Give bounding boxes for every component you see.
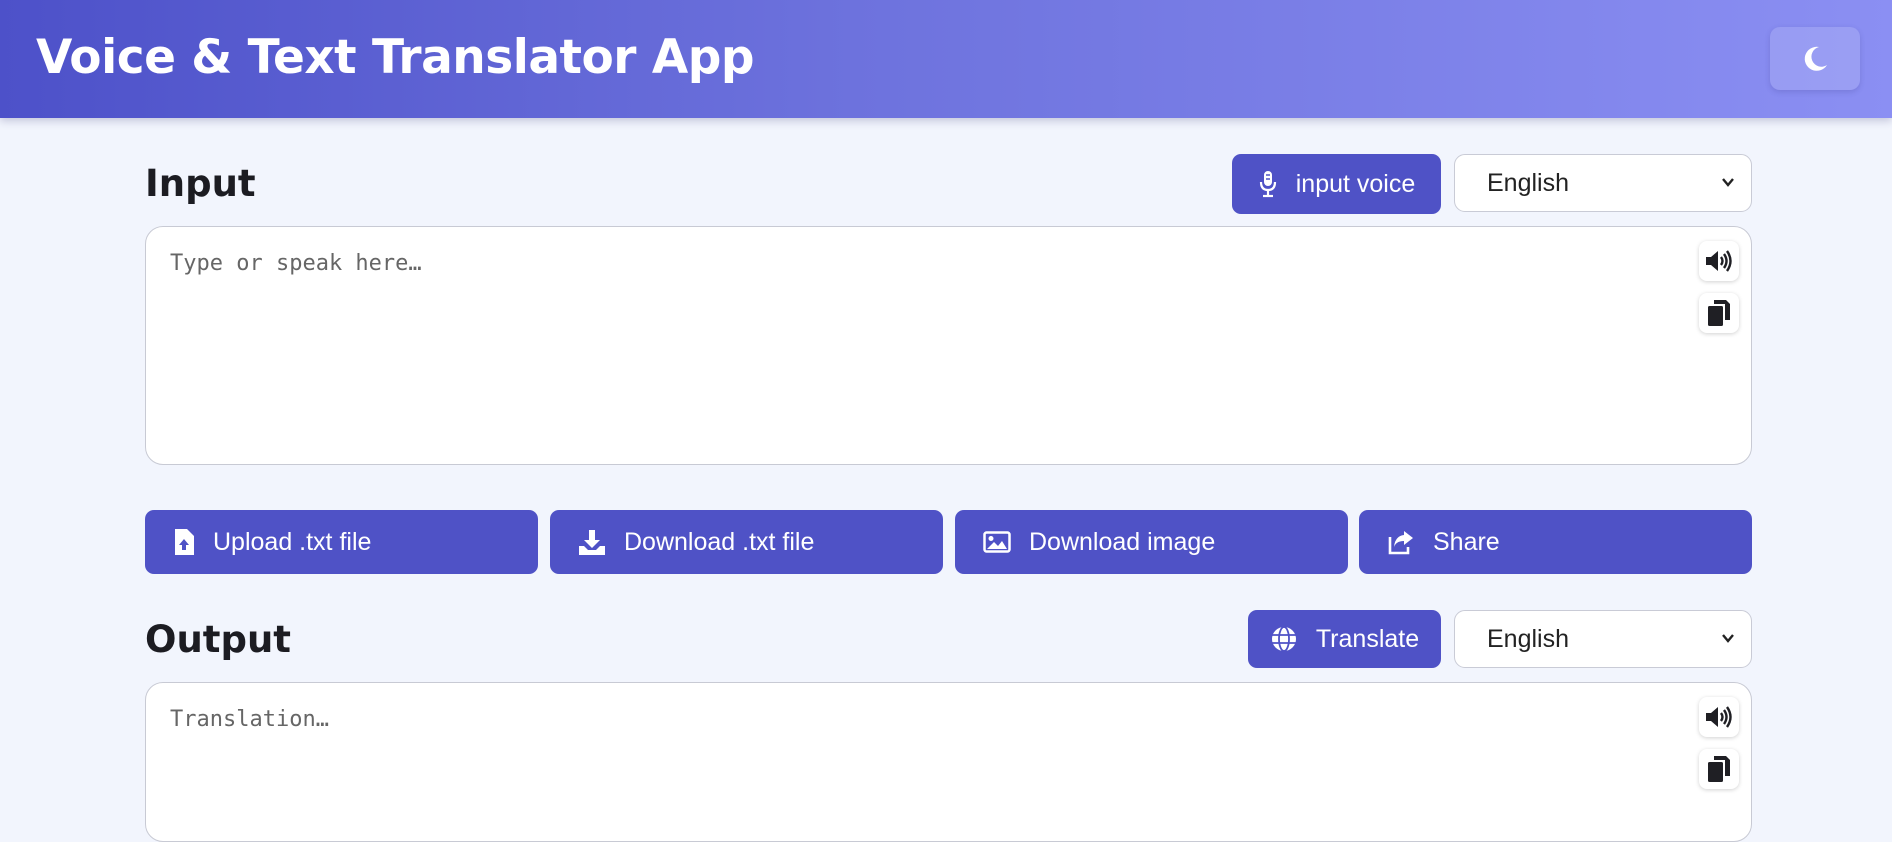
speaker-icon xyxy=(1706,250,1732,272)
input-speak-button[interactable] xyxy=(1699,241,1739,281)
globe-icon xyxy=(1271,626,1296,652)
app-title: Voice & Text Translator App xyxy=(36,30,755,85)
upload-txt-button[interactable]: Upload .txt file xyxy=(145,510,538,574)
theme-toggle-button[interactable] xyxy=(1770,27,1860,90)
chevron-down-icon xyxy=(1722,634,1734,643)
input-copy-button[interactable] xyxy=(1699,293,1739,333)
share-icon xyxy=(1388,531,1413,555)
download-txt-label: Download .txt file xyxy=(624,527,815,556)
download-image-label: Download image xyxy=(1029,527,1216,556)
output-copy-button[interactable] xyxy=(1699,749,1739,789)
input-language-select[interactable]: English xyxy=(1454,154,1752,212)
chevron-down-icon xyxy=(1722,178,1734,187)
output-language-value: English xyxy=(1487,624,1569,653)
translate-button[interactable]: Translate xyxy=(1248,610,1441,668)
share-label: Share xyxy=(1433,527,1500,556)
input-language-value: English xyxy=(1487,168,1569,197)
input-header: Input input voice English xyxy=(145,154,1752,214)
copy-icon xyxy=(1708,756,1730,782)
microphone-icon xyxy=(1259,171,1276,198)
output-header: Output Translate English xyxy=(145,610,1752,670)
download-image-button[interactable]: Download image xyxy=(955,510,1348,574)
output-title: Output xyxy=(145,618,291,661)
file-actions: Upload .txt file Download .txt file Down… xyxy=(145,510,1752,574)
app-header: Voice & Text Translator App xyxy=(0,0,1892,118)
input-title: Input xyxy=(145,162,256,205)
copy-icon xyxy=(1708,300,1730,326)
image-icon xyxy=(983,531,1011,553)
output-speak-button[interactable] xyxy=(1699,697,1739,737)
speaker-icon xyxy=(1706,706,1732,728)
input-textarea[interactable]: Type or speak here… xyxy=(145,226,1752,465)
input-placeholder: Type or speak here… xyxy=(170,251,422,276)
output-placeholder: Translation… xyxy=(170,707,329,732)
output-language-select[interactable]: English xyxy=(1454,610,1752,668)
download-icon xyxy=(579,530,605,555)
share-button[interactable]: Share xyxy=(1359,510,1752,574)
upload-txt-label: Upload .txt file xyxy=(213,527,372,556)
input-voice-button[interactable]: input voice xyxy=(1232,154,1441,214)
file-upload-icon xyxy=(175,529,194,555)
output-textarea[interactable]: Translation… xyxy=(145,682,1752,842)
download-txt-button[interactable]: Download .txt file xyxy=(550,510,943,574)
moon-icon xyxy=(1804,46,1827,71)
translate-label: Translate xyxy=(1315,624,1420,653)
input-voice-label: input voice xyxy=(1295,169,1416,198)
